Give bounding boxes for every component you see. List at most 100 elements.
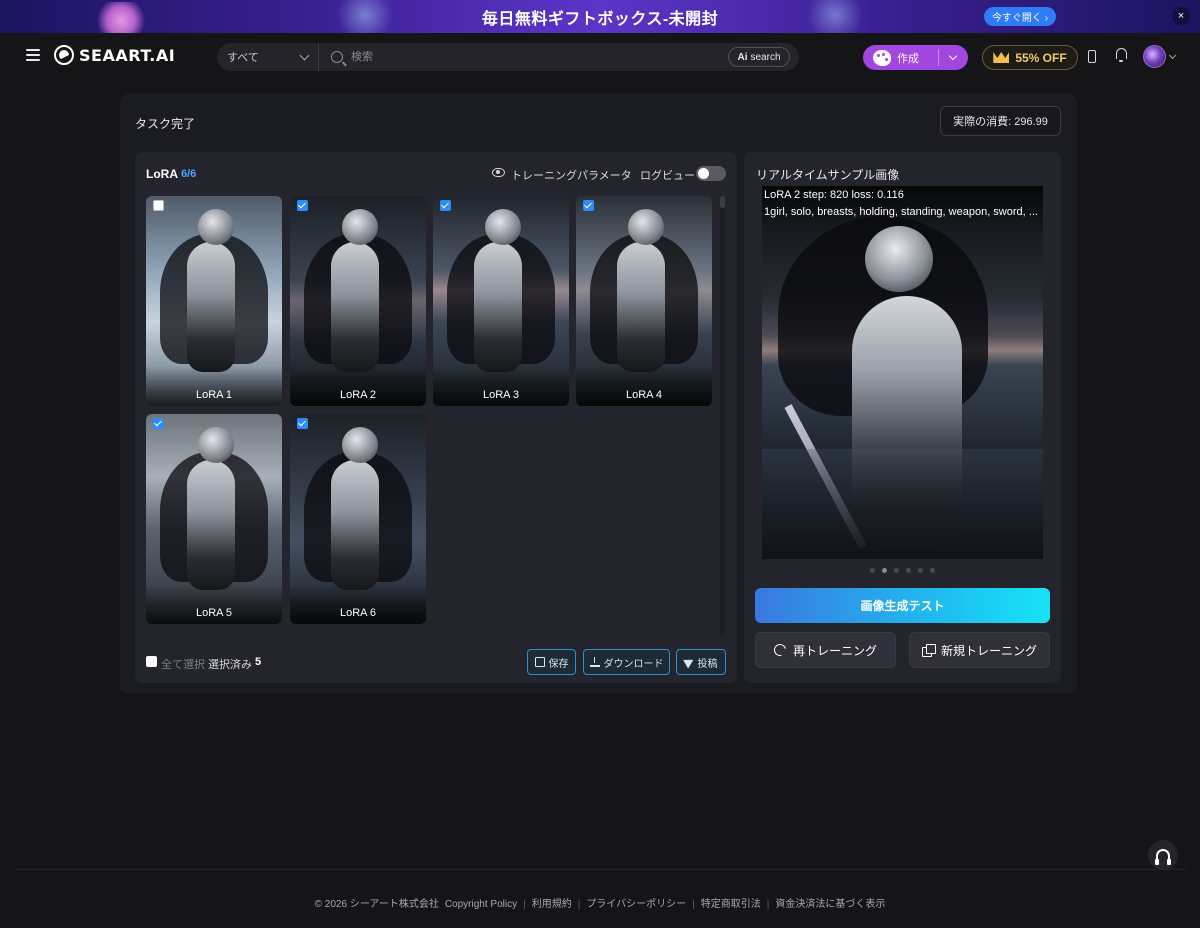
firework-decoration	[330, 0, 400, 33]
footer-separator: |	[523, 899, 526, 910]
palette-icon	[873, 49, 891, 66]
download-button[interactable]: ダウンロード	[583, 649, 670, 675]
lora-thumbnail[interactable]: LoRA 6	[290, 414, 426, 624]
sample-panel-title: リアルタイムサンプル画像	[756, 168, 900, 182]
footer-separator: |	[577, 899, 581, 910]
post-label: 投稿	[697, 658, 718, 670]
save-icon	[534, 657, 545, 667]
lora-panel-title: LoRA	[146, 167, 178, 181]
search-category-value: すべて	[227, 52, 259, 64]
new-training-label: 新規トレーニング	[940, 643, 1037, 658]
seaart-logo-icon	[54, 45, 74, 65]
thumbnail-label: LoRA 4	[625, 389, 663, 401]
select-all-checkbox[interactable]	[146, 656, 157, 667]
thumbnail-checkbox[interactable]	[297, 200, 308, 211]
thumbnail-checkbox[interactable]	[297, 418, 308, 429]
gallery-scrollbar[interactable]	[720, 196, 725, 636]
chevron-down-icon	[299, 50, 310, 61]
open-gift-button[interactable]: 今すぐ開く ›	[984, 7, 1056, 26]
download-label: ダウンロード	[603, 658, 664, 670]
banner-title: 毎日無料ギフトボックス-未開封	[481, 10, 719, 28]
footer-divider	[14, 869, 1186, 870]
thumbnail-label: LoRA 3	[482, 389, 520, 401]
mobile-app-icon[interactable]	[1088, 50, 1096, 63]
vip-crown-icon	[993, 52, 1010, 63]
chevron-down-icon[interactable]	[948, 51, 958, 61]
task-status-title: タスク完了	[135, 117, 196, 131]
thumbnail-checkbox[interactable]	[153, 200, 164, 211]
log-view-label: ログビュー	[640, 170, 695, 182]
footer-separator: |	[766, 899, 770, 910]
lora-thumbnail[interactable]: LoRA 4	[576, 196, 712, 406]
promo-banner[interactable]: 毎日無料ギフトボックス-未開封 今すぐ開く › ×	[0, 0, 1200, 33]
footer-link[interactable]: 特定商取引法	[701, 899, 761, 910]
selected-label: 選択済み	[208, 659, 252, 671]
thumbnail-label: LoRA 6	[339, 607, 377, 619]
cost-badge: 実際の消費: 296.99	[940, 106, 1061, 136]
ai-badge: Ai	[737, 51, 748, 63]
carousel-dot[interactable]	[918, 568, 923, 573]
eye-icon[interactable]	[492, 168, 505, 177]
thumbnail-checkbox[interactable]	[153, 418, 164, 429]
search-bar: すべて Ai search	[217, 43, 799, 71]
close-icon[interactable]: ×	[1172, 7, 1190, 25]
vip-discount-label: 55% OFF	[1015, 50, 1067, 65]
logo[interactable]: SEAART.AI	[54, 45, 175, 65]
retrain-label: 再トレーニング	[792, 643, 877, 658]
lora-thumbnail[interactable]: LoRA 5	[146, 414, 282, 624]
avatar[interactable]	[1143, 45, 1166, 68]
thumbnail-label: LoRA 2	[339, 389, 377, 401]
footer-link[interactable]: 資金決済法に基づく表示	[775, 899, 885, 910]
create-button[interactable]: 作成	[863, 45, 968, 70]
lora-thumbnail[interactable]: LoRA 2	[290, 196, 426, 406]
carousel-dot[interactable]	[930, 568, 935, 573]
carousel-dot[interactable]	[894, 568, 899, 573]
ai-search-label: search	[750, 51, 781, 63]
post-button[interactable]: 投稿	[676, 649, 726, 675]
save-button[interactable]: 保存	[527, 649, 576, 675]
create-divider	[938, 49, 939, 66]
thumbnail-checkbox[interactable]	[440, 200, 451, 211]
preview-prompt-tags: 1girl, solo, breasts, holding, standing,…	[764, 206, 1038, 218]
footer-link[interactable]: Copyright Policy	[445, 899, 517, 910]
bell-icon[interactable]	[1115, 48, 1128, 62]
carousel-dot[interactable]	[906, 568, 911, 573]
lora-count: 6/6	[181, 168, 197, 180]
lora-thumbnail[interactable]: LoRA 3	[433, 196, 569, 406]
logo-text: SEAART.AI	[79, 45, 176, 65]
chevron-down-icon[interactable]	[1168, 51, 1177, 60]
hamburger-menu-icon[interactable]	[26, 49, 40, 61]
headset-icon	[1155, 849, 1171, 865]
thumbnail-label: LoRA 5	[195, 607, 233, 619]
training-params-link[interactable]: トレーニングパラメータ	[511, 167, 632, 183]
selected-count: 5	[255, 656, 262, 668]
search-icon	[331, 51, 343, 63]
download-icon	[589, 657, 600, 667]
footer-link[interactable]: プライバシーポリシー	[586, 899, 686, 910]
create-label: 作成	[897, 52, 919, 65]
vip-discount-button[interactable]: 55% OFF	[982, 45, 1078, 70]
select-all-label[interactable]: 全て選択	[161, 656, 205, 672]
preview-step-info: LoRA 2 step: 820 loss: 0.116	[764, 189, 904, 201]
log-view-toggle[interactable]	[696, 166, 726, 181]
firework-decoration	[800, 0, 870, 33]
ai-search-button[interactable]: Ai search	[728, 47, 790, 67]
lora-thumbnail[interactable]: LoRA 1	[146, 196, 282, 406]
thumbnail-label: LoRA 1	[195, 389, 233, 401]
generate-test-button[interactable]: 画像生成テスト	[755, 588, 1050, 623]
carousel-dot[interactable]	[882, 568, 887, 573]
support-button[interactable]	[1148, 840, 1178, 870]
save-label: 保存	[548, 658, 569, 670]
search-category-select[interactable]: すべて	[217, 43, 319, 71]
thumbnail-checkbox[interactable]	[583, 200, 594, 211]
carousel-dot[interactable]	[870, 568, 875, 573]
refresh-icon	[771, 641, 789, 659]
gallery-scrollbar-thumb[interactable]	[720, 196, 725, 208]
retrain-button[interactable]: 再トレーニング	[755, 632, 896, 668]
search-input[interactable]	[351, 51, 728, 63]
new-training-button[interactable]: 新規トレーニング	[909, 632, 1050, 668]
gift-box-icon	[92, 2, 150, 33]
footer-link[interactable]: 利用規約	[532, 899, 572, 910]
sample-preview-image[interactable]	[762, 186, 1043, 559]
footer-separator: |	[692, 899, 695, 910]
